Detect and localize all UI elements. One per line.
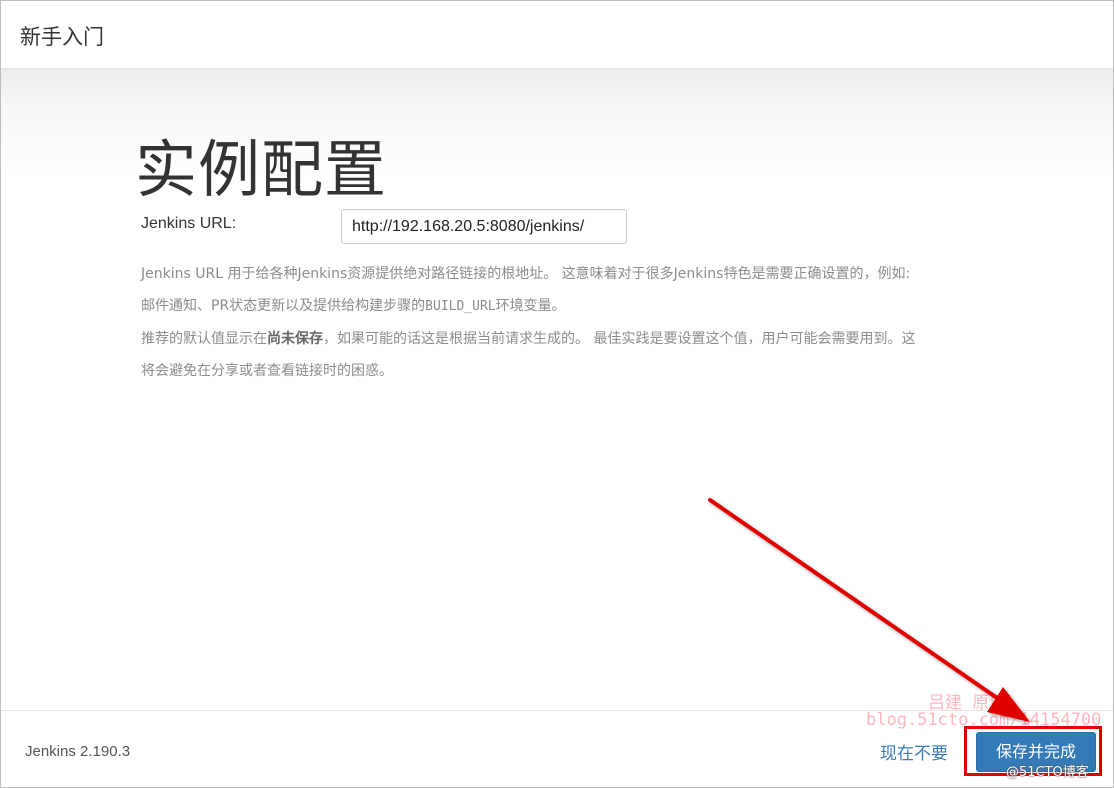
help-line-3: 推荐的默认值显示在尚未保存，如果可能的话这是根据当前请求生成的。 最佳实践是要设… (141, 323, 991, 355)
dialog-title: 新手入门 (20, 25, 104, 49)
help-line-4: 将会避免在分享或者查看链接时的困惑。 (141, 363, 393, 379)
jenkins-url-label: Jenkins URL: (141, 215, 237, 232)
help-line-2-post: 环境变量。 (495, 298, 566, 314)
help-line-3-post: ，如果可能的话这是根据当前请求生成的。 最佳实践是要设置这个值，用户可能会需要用… (323, 331, 916, 347)
help-line-3-pre: 推荐的默认值显示在 (141, 331, 267, 347)
help-line-3-bold: 尚未保存 (267, 331, 323, 347)
dialog-header: 新手入门 (1, 1, 1113, 69)
watermark-blog-url: blog.51cto.com/14154700 (866, 710, 1102, 730)
jenkins-version: Jenkins 2.190.3 (25, 743, 131, 760)
dialog-body: 实例配置 Jenkins URL: Jenkins URL 用于给各种Jenki… (1, 69, 1113, 709)
jenkins-url-help-text: Jenkins URL 用于给各种Jenkins资源提供绝对路径链接的根地址。 … (141, 258, 991, 387)
page-title: 实例配置 (135, 133, 388, 206)
build-url-code: BUILD_URL (425, 299, 496, 314)
skip-button[interactable]: 现在不要 (880, 739, 948, 764)
help-line-2-pre: 邮件通知、PR状态更新以及提供给构建步骤的 (141, 298, 426, 314)
setup-wizard-dialog: 新手入门 实例配置 Jenkins URL: Jenkins URL 用于给各种… (0, 0, 1114, 788)
watermark-51cto: @51CTO博客 (1006, 765, 1089, 780)
jenkins-url-input[interactable] (341, 209, 627, 244)
help-line-1: Jenkins URL 用于给各种Jenkins资源提供绝对路径链接的根地址。 … (141, 266, 911, 282)
help-line-2: 邮件通知、PR状态更新以及提供给构建步骤的BUILD_URL环境变量。 (141, 290, 991, 323)
